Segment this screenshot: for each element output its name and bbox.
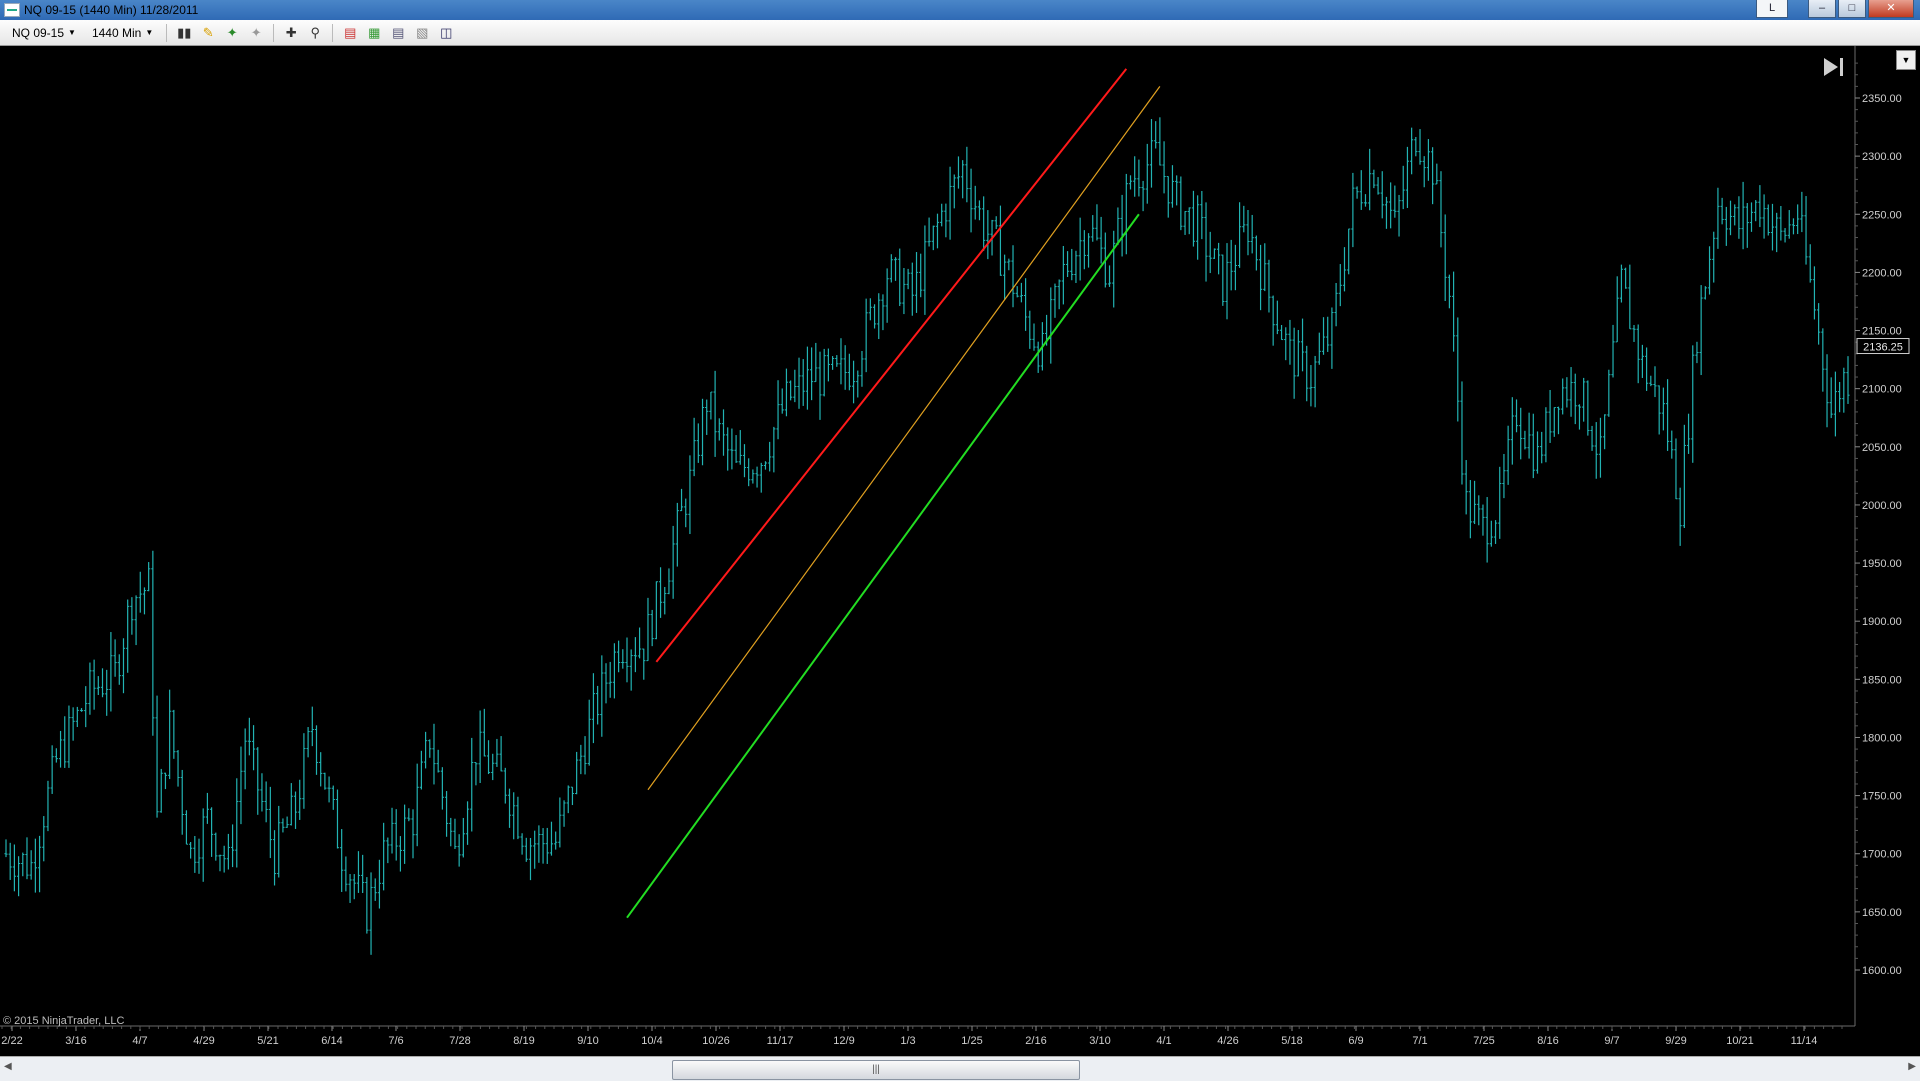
- x-tick-label: 10/21: [1726, 1035, 1754, 1047]
- x-tick-label: 1/3: [900, 1035, 915, 1047]
- x-tick-label: 6/9: [1348, 1035, 1363, 1047]
- x-tick-label: 9/10: [577, 1035, 598, 1047]
- draw-pencil-icon[interactable]: ✎: [198, 23, 218, 43]
- toolbar-divider: [273, 23, 275, 42]
- minimize-button[interactable]: –: [1808, 0, 1836, 18]
- copyright-label: © 2015 NinjaTrader, LLC: [3, 1015, 124, 1027]
- y-tick-label: 1900.00: [1862, 616, 1902, 628]
- y-tick-label: 1850.00: [1862, 674, 1902, 686]
- x-tick-label: 2/22: [1, 1035, 22, 1047]
- y-tick-label: 2150.00: [1862, 326, 1902, 338]
- link-button[interactable]: L: [1756, 0, 1788, 18]
- last-price-label: 2136.25: [1863, 342, 1903, 354]
- instrument-selector[interactable]: NQ 09-15 ▼: [6, 23, 82, 43]
- y-tick-label: 1800.00: [1862, 732, 1902, 744]
- x-tick-label: 4/7: [132, 1035, 147, 1047]
- bar-style-icon[interactable]: ▮▮: [174, 23, 194, 43]
- data-box-icon[interactable]: ▦: [364, 23, 384, 43]
- period-label: 1440 Min: [91, 25, 142, 40]
- x-tick-label: 11/14: [1791, 1035, 1818, 1047]
- y-tick-label: 2250.00: [1862, 209, 1902, 221]
- chart-background: [0, 46, 1920, 1056]
- chevron-down-icon: ▼: [68, 28, 76, 37]
- x-tick-label: 4/26: [1217, 1035, 1238, 1047]
- y-tick-label: 2050.00: [1862, 442, 1902, 454]
- window-icon[interactable]: ◫: [436, 23, 456, 43]
- x-tick-label: 11/17: [767, 1035, 794, 1047]
- x-tick-label: 1/25: [961, 1035, 982, 1047]
- price-chart[interactable]: 1600.00 1650.00 1700.00 1750.00 1800.00 1850.…: [0, 46, 1920, 1056]
- x-tick-label: 3/16: [65, 1035, 86, 1047]
- chart-trader-icon[interactable]: ▤: [340, 23, 360, 43]
- y-tick-label: 2300.00: [1862, 151, 1902, 163]
- end-bar-icon: [1840, 58, 1843, 76]
- y-tick-label: 2350.00: [1862, 93, 1902, 105]
- y-tick-label: 1650.00: [1862, 907, 1902, 919]
- properties-icon[interactable]: ▤: [388, 23, 408, 43]
- x-tick-label: 7/25: [1473, 1035, 1494, 1047]
- x-tick-label: 8/19: [513, 1035, 534, 1047]
- y-tick-label: 2200.00: [1862, 267, 1902, 279]
- x-tick-label: 5/21: [257, 1035, 278, 1047]
- instrument-label: NQ 09-15: [12, 25, 65, 40]
- x-tick-label: 8/16: [1537, 1035, 1558, 1047]
- y-tick-label: 2100.00: [1862, 384, 1902, 396]
- chart-canvas[interactable]: 1600.00 1650.00 1700.00 1750.00 1800.00 1850.…: [0, 46, 1920, 1056]
- strategy-icon[interactable]: ✦: [246, 23, 266, 43]
- x-tick-label: 3/10: [1089, 1035, 1110, 1047]
- x-tick-label: 9/7: [1604, 1035, 1619, 1047]
- indicator-add-icon[interactable]: ✦: [222, 23, 242, 43]
- close-button[interactable]: ✕: [1868, 0, 1914, 18]
- chart-app-icon: [4, 3, 20, 17]
- chevron-down-icon[interactable]: ▼: [1896, 50, 1916, 70]
- chevron-down-icon: ▼: [145, 28, 154, 37]
- chart-toolbar: NQ 09-15 ▼ 1440 Min ▼ ▮▮ ✎ ✦ ✦ ✚ ⚲ ▤ ▦ ▤…: [0, 20, 1920, 46]
- x-tick-label: 2/16: [1025, 1035, 1046, 1047]
- x-tick-label: 5/18: [1281, 1035, 1302, 1047]
- x-tick-label: 7/6: [388, 1035, 403, 1047]
- x-tick-label: 6/14: [321, 1035, 342, 1047]
- scroll-left-icon[interactable]: ◀: [4, 1061, 12, 1072]
- x-tick-label: 10/4: [641, 1035, 662, 1047]
- toolbar-divider: [332, 23, 334, 42]
- x-tick-label: 7/28: [449, 1035, 470, 1047]
- x-tick-label: 4/1: [1156, 1035, 1171, 1047]
- x-tick-label: 9/29: [1665, 1035, 1686, 1047]
- y-tick-label: 1950.00: [1862, 558, 1902, 570]
- x-tick-label: 10/26: [702, 1035, 730, 1047]
- title-bar: NQ 09-15 (1440 Min) 11/28/2011 L – □ ✕: [0, 0, 1920, 20]
- window-controls: L – □ ✕: [1756, 0, 1914, 18]
- crosshair-icon[interactable]: ✚: [281, 23, 301, 43]
- x-tick-label: 4/29: [193, 1035, 214, 1047]
- template-icon[interactable]: ▧: [412, 23, 432, 43]
- toolbar-divider: [166, 23, 168, 42]
- y-tick-label: 1750.00: [1862, 791, 1902, 803]
- last-price-marker: 2136.25: [1856, 338, 1910, 355]
- zoom-icon[interactable]: ⚲: [305, 23, 325, 43]
- y-tick-label: 1600.00: [1862, 965, 1902, 977]
- y-tick-label: 2000.00: [1862, 500, 1902, 512]
- scroll-right-icon[interactable]: ▶: [1908, 1061, 1916, 1072]
- y-tick-label: 1700.00: [1862, 849, 1902, 861]
- x-tick-label: 12/9: [833, 1035, 854, 1047]
- window-title: NQ 09-15 (1440 Min) 11/28/2011: [24, 3, 199, 17]
- horizontal-scrollbar[interactable]: ◀ ||| ▶: [0, 1056, 1920, 1081]
- x-tick-label: 7/1: [1412, 1035, 1427, 1047]
- period-selector[interactable]: 1440 Min ▼: [86, 23, 159, 43]
- scrollbar-thumb[interactable]: |||: [672, 1060, 1080, 1080]
- maximize-button[interactable]: □: [1838, 0, 1866, 18]
